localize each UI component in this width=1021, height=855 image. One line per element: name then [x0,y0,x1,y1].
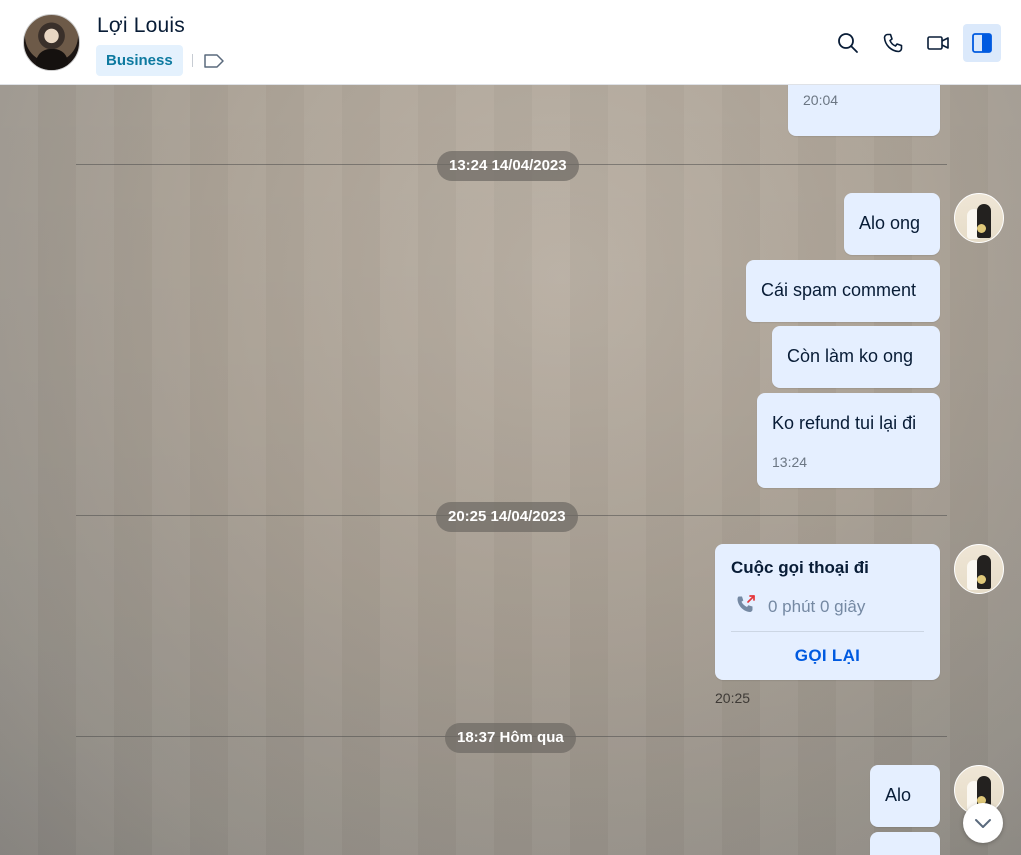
outgoing-call-icon [737,595,755,612]
search-icon [838,33,858,53]
sidebar-toggle-icon [972,33,992,53]
video-icon [927,36,949,50]
date-separator: 13:24 14/04/2023 [437,151,579,181]
video-call-button[interactable] [919,24,957,62]
chevron-down-icon [975,819,991,828]
call-divider [731,631,924,632]
message-text: Cái spam comment [761,280,917,300]
call-message-card[interactable]: Cuộc gọi thoại đi 0 phút 0 giây GỌI LẠI [715,544,940,680]
sender-avatar[interactable] [954,544,1004,594]
conversation-info-toggle[interactable] [963,24,1001,62]
message-time: 20:25 [715,690,751,706]
message-time: 20:04 [803,92,839,108]
message-bubble[interactable]: Alo [870,765,940,827]
message-text: Còn làm ko ong [787,346,914,366]
message-text: Alo ong [859,213,921,233]
message-bubble[interactable]: Còn làm ko ong [772,326,940,388]
date-separator: 20:25 14/04/2023 [436,502,578,532]
voice-call-button[interactable] [874,24,912,62]
message-bubble[interactable]: Alo ong [844,193,940,255]
contact-avatar[interactable] [23,14,80,71]
message-text: Alo [885,785,912,805]
scroll-to-bottom-button[interactable] [963,803,1003,843]
contact-name[interactable]: Lợi Louis [97,14,185,38]
call-duration: 0 phút 0 giây [768,597,866,616]
message-bubble[interactable]: 20:04 [788,85,940,136]
message-bubble[interactable] [870,832,940,855]
message-time: 13:24 [772,454,808,470]
sender-avatar[interactable] [954,193,1004,243]
business-badge: Business [96,45,183,76]
message-text: Ko refund tui lại đi [772,413,917,433]
chat-header: Lợi Louis Business [0,0,1021,85]
date-separator: 18:37 Hôm qua [445,723,576,753]
search-button[interactable] [829,24,867,62]
tag-icon[interactable] [203,53,225,69]
header-divider [192,54,193,67]
message-bubble[interactable]: Cái spam comment [746,260,940,322]
call-title: Cuộc gọi thoại đi [731,558,869,577]
phone-icon [883,33,903,53]
call-back-button[interactable]: GỌI LẠI [715,646,940,666]
message-bubble[interactable]: Ko refund tui lại đi 13:24 [757,393,940,488]
message-list[interactable]: 20:04 13:24 14/04/2023 Alo ong Cái spam … [0,85,1021,855]
